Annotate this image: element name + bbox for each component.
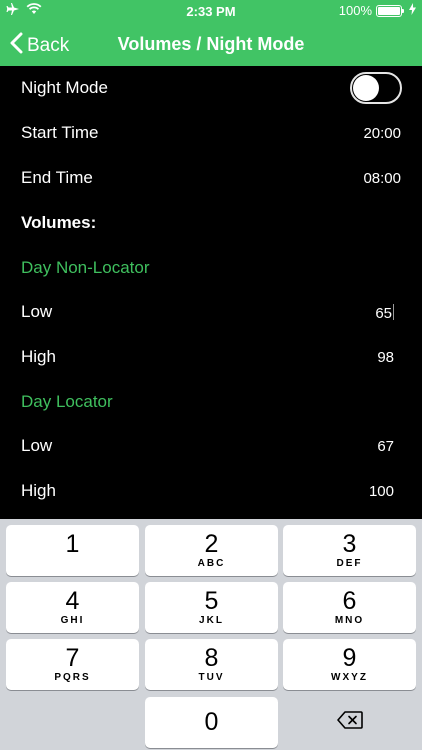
key-3[interactable]: 3 DEF xyxy=(283,525,416,576)
night-mode-toggle[interactable] xyxy=(350,72,402,104)
key-4-letters: GHI xyxy=(60,615,85,626)
key-2-digit: 2 xyxy=(204,530,219,558)
day-locator-high-field[interactable]: 100 xyxy=(369,483,394,500)
page-title: Volumes / Night Mode xyxy=(117,34,305,54)
battery-icon xyxy=(376,4,404,17)
key-9[interactable]: 9 WXYZ xyxy=(283,639,416,690)
day-locator-header: Day Locator xyxy=(21,392,113,411)
key-7-digit: 7 xyxy=(65,644,80,672)
volumes-header: Volumes: xyxy=(21,213,97,232)
key-5[interactable]: 5 JKL xyxy=(145,582,278,633)
key-9-letters: WXYZ xyxy=(331,672,368,683)
day-locator-high-row: High 100 xyxy=(0,469,422,513)
key-4[interactable]: 4 GHI xyxy=(6,582,139,633)
start-time-value[interactable]: 20:00 xyxy=(363,125,401,142)
day-non-locator-high-field[interactable]: 98 xyxy=(377,349,394,366)
key-1[interactable]: 1 xyxy=(6,525,139,576)
delete-key[interactable] xyxy=(283,697,416,748)
day-locator-low-field[interactable]: 67 xyxy=(377,438,394,455)
key-3-letters: DEF xyxy=(336,558,363,569)
start-time-row[interactable]: Start Time 20:00 xyxy=(0,111,422,155)
day-non-locator-low-field[interactable]: 65 xyxy=(375,304,394,322)
key-8[interactable]: 8 TUV xyxy=(145,639,278,690)
key-1-digit: 1 xyxy=(65,530,80,558)
end-time-row[interactable]: End Time 08:00 xyxy=(0,156,422,200)
key-5-digit: 5 xyxy=(204,587,219,615)
nav-header: Back Volumes / Night Mode xyxy=(0,22,422,66)
status-bar: 2:33 PM 100% xyxy=(0,0,422,22)
key-2-letters: ABC xyxy=(197,558,226,569)
key-2[interactable]: 2 ABC xyxy=(145,525,278,576)
numeric-keypad: 1 2 ABC 3 DEF 4 GHI 5 JKL 6 MNO 7 PQRS 8… xyxy=(0,519,422,750)
key-9-digit: 9 xyxy=(342,644,357,672)
battery-percent: 100% xyxy=(338,3,372,18)
day-non-locator-low-value: 65 xyxy=(375,305,392,322)
key-0[interactable]: 0 xyxy=(145,697,278,748)
key-6[interactable]: 6 MNO xyxy=(283,582,416,633)
key-8-digit: 8 xyxy=(204,644,219,672)
day-locator-low-label: Low xyxy=(21,436,53,455)
key-5-letters: JKL xyxy=(199,615,224,626)
key-6-letters: MNO xyxy=(334,615,365,626)
day-non-locator-header-row: Day Non-Locator xyxy=(0,246,422,290)
start-time-label: Start Time xyxy=(21,123,99,142)
settings-list: Night Mode Start Time 20:00 End Time 08:… xyxy=(0,66,422,519)
night-mode-label: Night Mode xyxy=(21,78,108,97)
status-right: 100% xyxy=(339,3,416,18)
day-non-locator-low-row: Low 65 xyxy=(0,290,422,334)
key-0-digit: 0 xyxy=(204,708,219,736)
text-cursor xyxy=(393,304,394,320)
key-7[interactable]: 7 PQRS xyxy=(6,639,139,690)
key-4-digit: 4 xyxy=(65,587,80,615)
volumes-header-row: Volumes: xyxy=(0,201,422,245)
charging-icon xyxy=(409,3,416,18)
key-6-digit: 6 xyxy=(342,587,357,615)
day-non-locator-header: Day Non-Locator xyxy=(21,258,150,277)
night-mode-row: Night Mode xyxy=(0,66,422,110)
key-3-digit: 3 xyxy=(342,530,357,558)
toggle-knob xyxy=(353,75,379,101)
day-non-locator-high-label: High xyxy=(21,347,56,366)
end-time-label: End Time xyxy=(21,168,93,187)
backspace-icon xyxy=(336,711,363,734)
day-locator-low-row: Low 67 xyxy=(0,424,422,468)
key-8-letters: TUV xyxy=(198,672,225,683)
day-locator-header-row: Day Locator xyxy=(0,380,422,424)
key-7-letters: PQRS xyxy=(54,672,91,683)
navigation-bar: 2:33 PM 100% Back Volumes / Night Mode xyxy=(0,0,422,66)
end-time-value[interactable]: 08:00 xyxy=(363,170,401,187)
day-locator-high-label: High xyxy=(21,481,56,500)
day-non-locator-low-label: Low xyxy=(21,302,53,321)
day-non-locator-high-row: High 98 xyxy=(0,335,422,379)
